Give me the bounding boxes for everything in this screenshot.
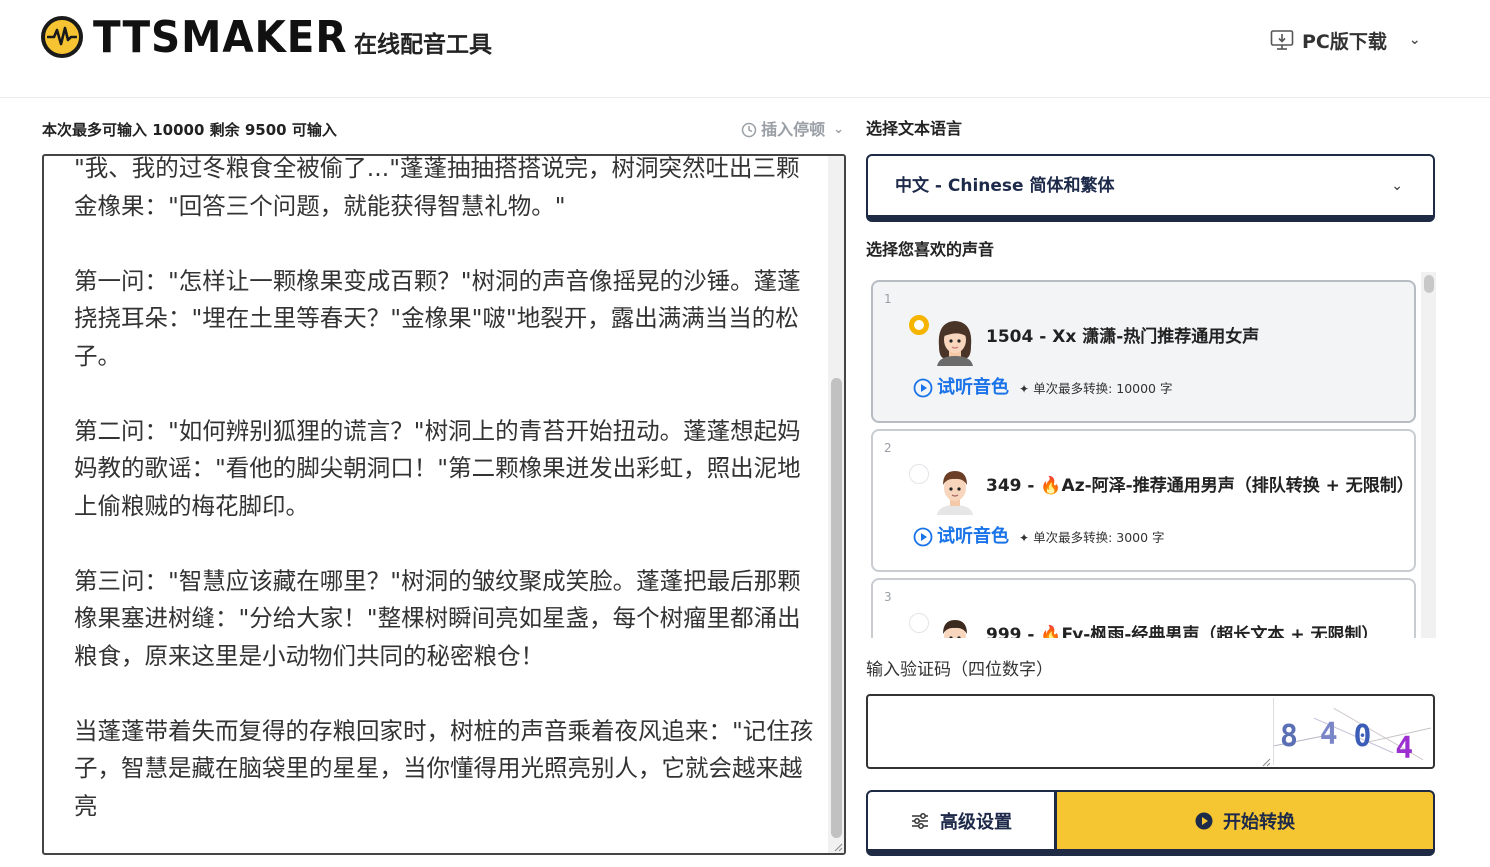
voice-label: 选择您喜欢的声音 (866, 240, 995, 259)
desktop-download-icon (1270, 30, 1294, 50)
start-convert-label: 开始转换 (1223, 811, 1295, 833)
advanced-settings-button[interactable]: 高级设置 (866, 790, 1056, 856)
action-buttons: 高级设置 开始转换 (866, 790, 1435, 856)
chevron-down-icon: ⌄ (1408, 32, 1421, 48)
voice-name: 349 - 🔥Az-阿泽-推荐通用男声（排队转换 + 无限制） (986, 476, 1414, 496)
language-label: 选择文本语言 (866, 119, 963, 138)
voice-number: 2 (884, 441, 892, 455)
chevron-down-icon: ⌄ (833, 122, 844, 137)
sparkle-icon: ✦ (1019, 382, 1030, 396)
voice-limit-text: 单次最多转换: 10000 字 (1033, 381, 1173, 396)
header: TTSMAKER 在线配音工具 PC版下载 ⌄ (0, 0, 1490, 98)
insert-pause-label: 插入停顿 (761, 120, 826, 139)
voice-card[interactable]: 3 999 - 🔥Fy-枫雨-经典男声（超长文本 + 无限制） (871, 578, 1416, 638)
captcha-char: 4 (1395, 731, 1413, 765)
insert-pause-button[interactable]: 插入停顿 ⌄ (741, 117, 844, 143)
logo-text[interactable]: TTSMAKER (93, 12, 347, 64)
text-content[interactable]: "我、我的过冬粮食全被偷了..."蓬蓬抽抽搭搭说完，树洞突然吐出三颗金橡果："回… (74, 156, 814, 825)
voice-radio[interactable] (909, 464, 929, 484)
text-scrollbar[interactable] (828, 156, 844, 853)
play-circle-icon (1195, 812, 1213, 829)
char-count: 本次最多可输入 10000 剩余 9500 可输入 (42, 121, 337, 139)
voice-name: 999 - 🔥Fy-枫雨-经典男声（超长文本 + 无限制） (986, 625, 1379, 638)
preview-voice-button[interactable]: 试听音色 (913, 525, 1009, 549)
captcha-char: 0 (1353, 719, 1371, 754)
play-circle-icon (913, 378, 933, 398)
voice-limit-text: 单次最多转换: 3000 字 (1033, 530, 1165, 545)
resize-grip-icon[interactable] (833, 842, 843, 852)
start-convert-button[interactable]: 开始转换 (1055, 790, 1435, 856)
sliders-icon (912, 812, 928, 829)
female-avatar-icon (937, 321, 973, 366)
voice-name: 1504 - Xx 潇潇-热门推荐通用女声 (986, 327, 1260, 347)
advanced-settings-label: 高级设置 (940, 811, 1012, 833)
language-select[interactable]: 中文 - Chinese 简体和繁体 ⌄ (866, 154, 1435, 222)
preview-label: 试听音色 (937, 526, 1009, 547)
voice-list-scrollbar[interactable] (1421, 272, 1436, 638)
pc-download-menu[interactable]: PC版下载 ⌄ (1270, 25, 1421, 55)
captcha-box: 8 4 0 4 (866, 694, 1435, 769)
editor-toolbar: 本次最多可输入 10000 剩余 9500 可输入 插入停顿 ⌄ (42, 117, 846, 143)
male-avatar-icon (937, 471, 973, 515)
preview-label: 试听音色 (937, 377, 1009, 398)
voice-number: 1 (884, 292, 892, 306)
text-input-area[interactable]: "我、我的过冬粮食全被偷了..."蓬蓬抽抽搭搭说完，树洞突然吐出三颗金橡果："回… (42, 154, 846, 855)
preview-voice-button[interactable]: 试听音色 (913, 376, 1009, 400)
captcha-char: 8 (1280, 719, 1298, 754)
voice-card[interactable]: 2 349 - 🔥Az-阿泽-推荐通用男声（排队转换 + 无限制） 试听音色 ✦… (871, 429, 1416, 572)
sparkle-icon: ✦ (1019, 531, 1030, 545)
voice-radio[interactable] (909, 315, 929, 335)
play-circle-icon (913, 527, 933, 547)
chevron-down-icon: ⌄ (1391, 178, 1403, 194)
pc-download-label: PC版下载 (1302, 30, 1387, 53)
scrollbar-thumb[interactable] (1424, 275, 1434, 293)
language-selected-value: 中文 - Chinese 简体和繁体 (895, 176, 1115, 196)
clock-icon (741, 122, 757, 138)
voice-card[interactable]: 1 1504 - Xx 潇潇-热门推荐通用女声 试听音色 ✦ 单次最多转换: 1… (871, 280, 1416, 423)
male-avatar-icon (943, 620, 967, 638)
voice-limit: ✦ 单次最多转换: 10000 字 (1019, 379, 1173, 399)
tagline: 在线配音工具 (354, 32, 492, 58)
captcha-label: 输入验证码（四位数字） (866, 660, 1053, 680)
logo-waveform-icon[interactable] (41, 16, 83, 58)
resize-grip-icon[interactable] (1261, 757, 1271, 767)
voice-radio[interactable] (909, 613, 929, 633)
voice-list: 1 1504 - Xx 潇潇-热门推荐通用女声 试听音色 ✦ 单次最多转换: 1… (866, 272, 1436, 638)
captcha-input[interactable] (868, 696, 1271, 767)
captcha-char: 4 (1320, 717, 1338, 752)
captcha-image[interactable]: 8 4 0 4 (1273, 698, 1431, 765)
voice-limit: ✦ 单次最多转换: 3000 字 (1019, 528, 1165, 548)
voice-number: 3 (884, 590, 892, 604)
scrollbar-thumb[interactable] (831, 378, 842, 838)
